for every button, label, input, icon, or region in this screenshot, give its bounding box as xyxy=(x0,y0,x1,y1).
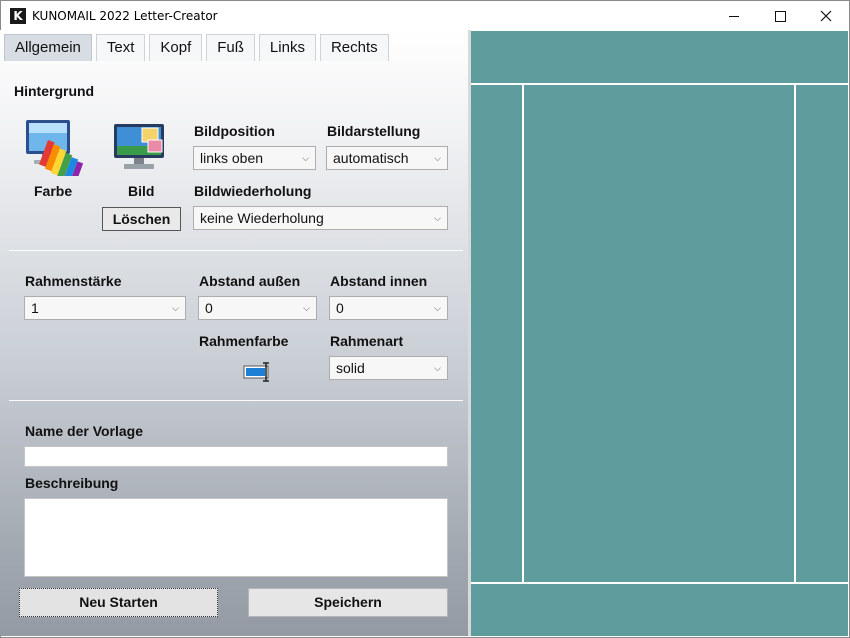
beschreibung-textarea[interactable] xyxy=(24,498,448,577)
app-logo-icon: K xyxy=(10,8,26,24)
tab-links[interactable]: Links xyxy=(258,34,316,61)
tab-allgemein[interactable]: Allgemein xyxy=(4,34,92,61)
tab-fuss[interactable]: Fuß xyxy=(206,34,255,61)
title-bar: K KUNOMAIL 2022 Letter-Creator xyxy=(1,1,849,31)
chevron-down-icon: ⌵ xyxy=(434,303,441,313)
abstand-aussen-select[interactable]: 0 ⌵ xyxy=(198,296,317,320)
right-border-line xyxy=(794,85,796,582)
abstand-innen-value: 0 xyxy=(336,300,344,316)
vorlage-name-label: Name der Vorlage xyxy=(25,423,144,439)
loeschen-button[interactable]: Löschen xyxy=(102,207,181,231)
bildwiederholung-select[interactable]: keine Wiederholung ⌵ xyxy=(193,206,448,230)
abstand-innen-label: Abstand innen xyxy=(330,273,428,289)
rahmenfarbe-label: Rahmenfarbe xyxy=(199,333,289,349)
chevron-down-icon: ⌵ xyxy=(434,363,441,373)
bildwiederholung-value: keine Wiederholung xyxy=(200,210,324,226)
color-palette-icon[interactable] xyxy=(22,118,84,176)
bildposition-value: links oben xyxy=(200,150,264,166)
chevron-down-icon: ⌵ xyxy=(302,153,309,163)
maximize-icon xyxy=(774,10,786,22)
bildposition-label: Bildposition xyxy=(194,123,275,139)
rahmenstaerke-label: Rahmenstärke xyxy=(25,273,122,289)
tab-rechts[interactable]: Rechts xyxy=(319,34,389,61)
bilddarstellung-label: Bildarstellung xyxy=(327,123,421,139)
abstand-innen-select[interactable]: 0 ⌵ xyxy=(329,296,448,320)
chevron-down-icon: ⌵ xyxy=(303,303,310,313)
image-monitor-icon[interactable] xyxy=(112,122,170,174)
close-icon xyxy=(820,10,832,22)
close-button[interactable] xyxy=(803,1,849,31)
chevron-down-icon: ⌵ xyxy=(434,153,441,163)
rahmenstaerke-select[interactable]: 1 ⌵ xyxy=(24,296,186,320)
chevron-down-icon: ⌵ xyxy=(434,213,441,223)
speichern-button[interactable]: Speichern xyxy=(248,588,448,617)
hintergrund-heading: Hintergrund xyxy=(14,83,95,99)
left-border-line xyxy=(522,85,524,582)
bild-label: Bild xyxy=(128,183,155,199)
rahmenart-value: solid xyxy=(336,360,365,376)
tab-kopf[interactable]: Kopf xyxy=(149,34,203,61)
rahmenart-select[interactable]: solid ⌵ xyxy=(329,356,448,380)
section-divider xyxy=(9,400,463,401)
maximize-button[interactable] xyxy=(757,1,803,31)
settings-panel: Allgemein Text Kopf Fuß Links Rechts Hin… xyxy=(0,30,468,636)
abstand-aussen-value: 0 xyxy=(205,300,213,316)
bilddarstellung-value: automatisch xyxy=(333,150,409,166)
window-title: KUNOMAIL 2022 Letter-Creator xyxy=(32,9,218,23)
border-color-picker-icon[interactable] xyxy=(243,361,273,383)
header-border-line xyxy=(471,83,848,85)
neu-starten-button[interactable]: Neu Starten xyxy=(19,588,218,617)
beschreibung-label: Beschreibung xyxy=(25,475,119,491)
rahmenstaerke-value: 1 xyxy=(31,300,39,316)
abstand-aussen-label: Abstand außen xyxy=(199,273,301,289)
letter-preview xyxy=(471,31,848,636)
farbe-label: Farbe xyxy=(34,183,73,199)
minimize-icon xyxy=(729,15,739,17)
minimize-button[interactable] xyxy=(711,1,757,31)
tab-bar: Allgemein Text Kopf Fuß Links Rechts xyxy=(4,34,393,62)
vorlage-name-input[interactable] xyxy=(24,446,448,467)
bilddarstellung-select[interactable]: automatisch ⌵ xyxy=(326,146,448,170)
chevron-down-icon: ⌵ xyxy=(172,303,179,313)
tab-text[interactable]: Text xyxy=(95,34,146,61)
bildwiederholung-label: Bildwiederholung xyxy=(194,183,312,199)
section-divider xyxy=(9,250,463,251)
footer-border-line xyxy=(471,582,848,584)
rahmenart-label: Rahmenart xyxy=(330,333,404,349)
bildposition-select[interactable]: links oben ⌵ xyxy=(193,146,316,170)
